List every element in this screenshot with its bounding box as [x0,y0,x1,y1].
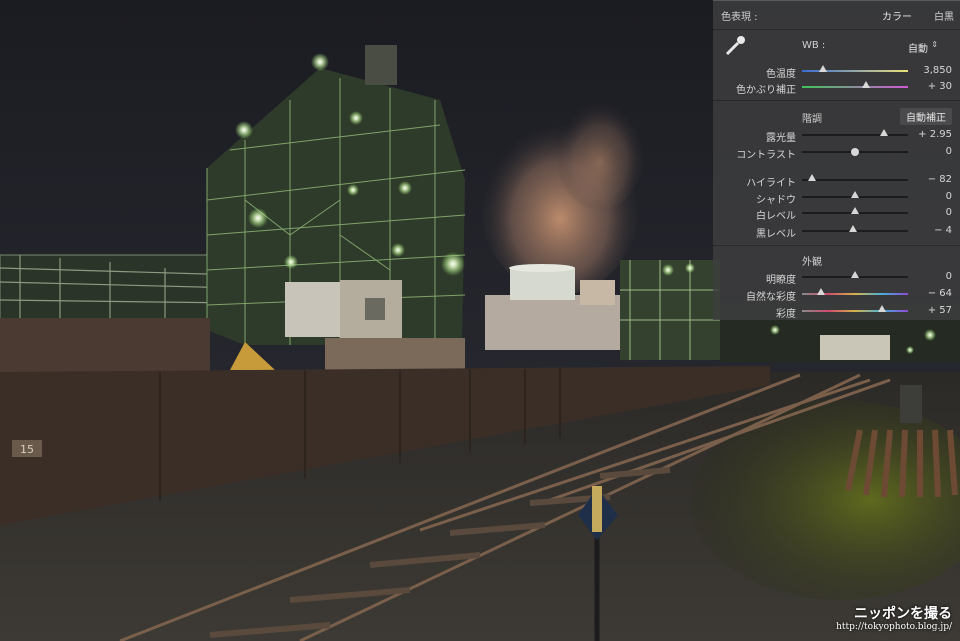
blacks-slider[interactable] [802,207,908,214]
wb-section: WB : 自動 ⇕ 色温度 3,850 色かぶり補正 + 30 [713,28,960,101]
auto-tone-button[interactable]: 自動補正 [900,108,952,125]
vibrance-label: 自然な彩度 [746,292,796,303]
saturation-slider-thumb[interactable] [817,288,826,295]
exposure-slider-thumb[interactable] [879,129,888,136]
contrast-value[interactable]: + 2.95 [918,129,952,140]
tone-section: 階調 自動補正 露光量 + 2.95 コントラスト 0 ハイライト − 82 シャドウ 0 白レ… [713,100,960,246]
wall-number: 15 [20,443,34,456]
wb-dropdown-icon[interactable]: ⇕ [931,40,938,49]
shadows-slider-thumb[interactable] [807,174,816,181]
shadows-value[interactable]: − 82 [928,174,952,185]
wb-select[interactable]: 自動 [908,40,928,55]
eyedropper-icon[interactable] [721,32,749,60]
blacks-label: 白レベル [756,211,796,222]
whites-slider[interactable] [802,191,908,198]
tint-value[interactable]: + 30 [928,81,952,92]
undefined-slider-thumb[interactable] [877,305,886,312]
contrast-slider[interactable] [802,148,908,156]
clarity-slider-thumb[interactable] [851,271,859,278]
watermark-title: ニッポンを撮る [854,606,952,622]
whites-label: シャドウ [756,195,796,206]
undefined-slider-thumb[interactable] [851,207,859,214]
wb-label: WB : [802,40,826,51]
temp-slider[interactable] [802,65,908,72]
tower-top-box [365,45,397,85]
highlights-slider-thumb[interactable] [851,148,859,156]
treatment-label: 色表現 : [721,12,758,23]
clarity-slider[interactable] [802,271,908,278]
undefined-value[interactable]: + 57 [928,305,952,316]
undefined-slider-thumb[interactable] [848,225,857,232]
highlights-label: ハイライト [746,178,796,189]
watermark-url: http://tokyophoto.blog.jp/ [836,622,952,632]
undefined-value[interactable]: − 4 [934,225,952,236]
plant-panel [285,282,340,337]
tint-label: 色かぶり補正 [736,85,796,96]
undefined-value[interactable]: 0 [946,207,952,218]
saturation-value[interactable]: − 64 [928,288,952,299]
tint-slider-thumb[interactable] [861,81,870,88]
treatment-bw-button[interactable]: 白黒 [934,8,954,23]
pipe-rack-left [0,254,241,321]
develop-panel: 色表現 : カラー 白黒 WB : 自動 ⇕ 色温度 3,850 色かぶり補正 … [713,0,960,320]
temp-value[interactable]: 3,850 [923,65,952,76]
exposure-slider[interactable] [802,129,908,136]
blacks-value[interactable]: 0 [946,191,952,202]
undefined-slider[interactable] [802,305,908,312]
whites-slider-thumb[interactable] [851,191,859,198]
tone-title: 階調 [802,114,822,125]
treatment-row: 色表現 : カラー 白黒 [713,0,960,30]
contrast-label: コントラスト [736,150,796,161]
presence-title: 外観 [802,257,822,268]
clarity-label: 明瞭度 [766,275,796,286]
temp-slider-thumb[interactable] [819,65,828,72]
presence-section: 外観 明瞭度 0 自然な彩度 − 64 彩度 + 57 [713,245,960,320]
shed-left [0,318,210,372]
undefined-label: 黒レベル [756,229,796,240]
vibrance-value[interactable]: 0 [946,271,952,282]
treatment-color-button[interactable]: カラー [882,8,912,23]
undefined-slider[interactable] [802,225,908,232]
temp-label: 色温度 [766,69,796,80]
exposure-label: 露光量 [766,133,796,144]
tint-slider[interactable] [802,81,908,88]
vibrance-slider[interactable] [802,288,908,295]
highlights-value[interactable]: 0 [946,146,952,157]
saturation-label: 彩度 [776,309,796,320]
shadows-slider[interactable] [802,174,908,181]
